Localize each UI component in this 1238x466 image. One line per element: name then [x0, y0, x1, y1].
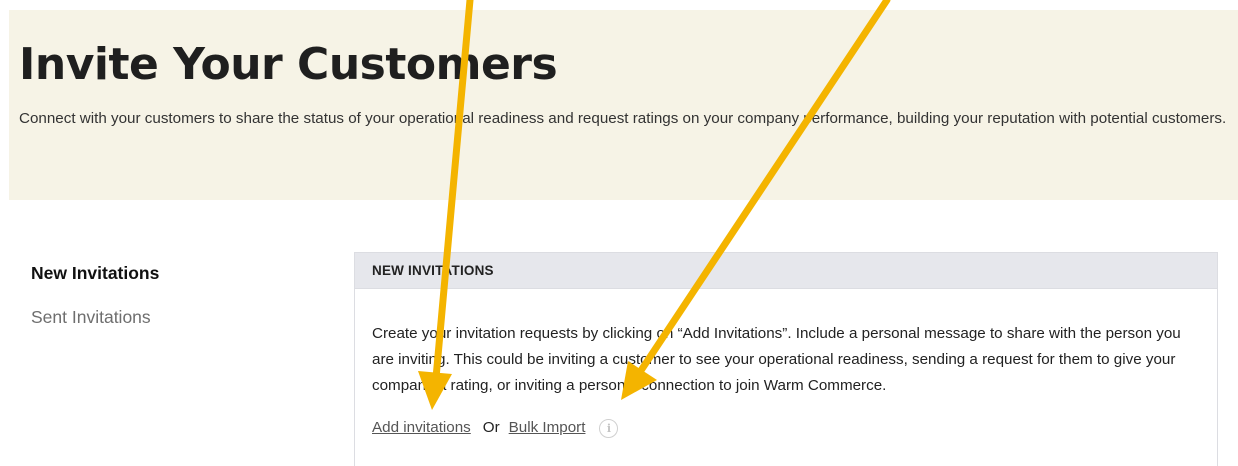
info-icon[interactable]: i: [599, 418, 619, 438]
add-invitations-link[interactable]: Add invitations: [372, 417, 471, 439]
invitation-actions: Add invitations Or Bulk Import i: [372, 417, 619, 439]
sidebar-item-sent-invitations[interactable]: Sent Invitations: [31, 306, 251, 328]
sidebar-item-new-invitations[interactable]: New Invitations: [31, 262, 251, 284]
new-invitations-card: NEW INVITATIONS Create your invitation r…: [354, 252, 1218, 466]
hero-banner: Invite Your Customers Connect with your …: [9, 10, 1238, 200]
page-title: Invite Your Customers: [19, 39, 558, 90]
card-header: NEW INVITATIONS: [355, 253, 1217, 289]
card-description: Create your invitation requests by click…: [372, 325, 1181, 394]
sidebar-nav: New Invitations Sent Invitations: [31, 262, 251, 354]
or-separator: Or: [482, 419, 500, 436]
page-description: Connect with your customers to share the…: [19, 110, 1227, 127]
bulk-import-link[interactable]: Bulk Import: [509, 417, 586, 439]
page: Invite Your Customers Connect with your …: [0, 0, 1238, 466]
